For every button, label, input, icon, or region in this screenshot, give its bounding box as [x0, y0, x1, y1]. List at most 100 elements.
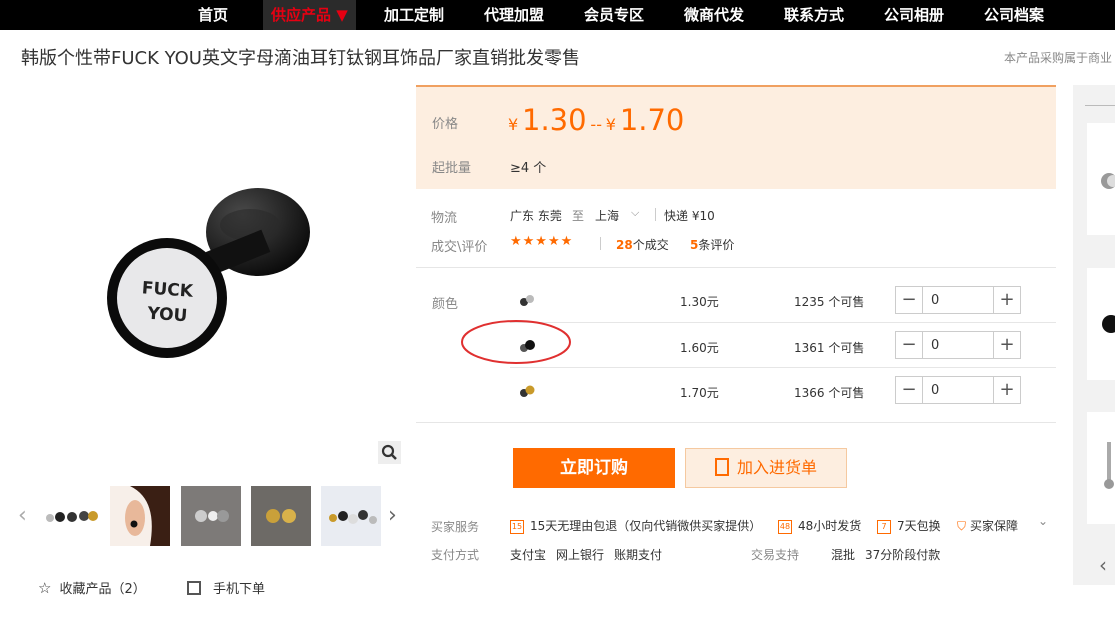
service-return[interactable]: 15 15天无理由包退（仅向代销微供买家提供） — [510, 517, 761, 534]
quantity-input[interactable]: 0 — [931, 383, 939, 398]
sku-price: 1.30元 — [680, 295, 719, 309]
deals-label: 成交\评价 — [431, 240, 488, 255]
rail-product-image — [1102, 315, 1115, 333]
rail-product-image — [1101, 173, 1115, 189]
divider — [510, 367, 1056, 368]
trade-mixed: 混批 — [831, 548, 856, 562]
sku-price: 1.70元 — [680, 386, 719, 400]
shield-icon: ⛉ — [957, 519, 967, 533]
nav-album[interactable]: 公司相册 — [884, 0, 944, 30]
main-product-image[interactable]: FUCK YOU — [90, 170, 330, 370]
nav-products[interactable]: 供应产品 ▼ — [263, 0, 356, 30]
deal-count-link[interactable]: 28个成交 — [616, 236, 669, 253]
clipboard-icon — [714, 458, 729, 476]
nav-members[interactable]: 会员专区 — [584, 0, 644, 30]
plus-button[interactable]: + — [993, 332, 1020, 358]
sku-thumb-silver[interactable] — [518, 291, 536, 309]
review-count-link[interactable]: 5条评价 — [690, 236, 734, 253]
divider — [416, 422, 1056, 423]
service-48h[interactable]: 48 48小时发货 — [778, 517, 861, 534]
chevron-down-icon[interactable]: ⌵ — [631, 206, 639, 220]
thumbnail-3[interactable] — [181, 486, 241, 546]
expand-chevron-icon[interactable]: ⌄ — [1038, 514, 1048, 528]
thumbnail-2[interactable] — [110, 486, 170, 546]
price-range: ¥ 1.30 -- ¥ 1.70 — [508, 103, 685, 137]
nav-agency[interactable]: 代理加盟 — [484, 0, 544, 30]
plus-button[interactable]: + — [993, 377, 1020, 403]
thumbnail-4[interactable] — [251, 486, 311, 546]
price-high: 1.70 — [619, 103, 685, 137]
magnifier-icon — [381, 444, 397, 460]
top-nav: 首页 供应产品 ▼ 加工定制 代理加盟 会员专区 微商代发 联系方式 公司相册 … — [0, 0, 1115, 30]
favorite-label: 收藏产品（2） — [59, 582, 146, 597]
trade-support-label: 交易支持 — [751, 548, 800, 562]
logistics-to[interactable]: 上海 — [595, 207, 619, 224]
nav-contact[interactable]: 联系方式 — [784, 0, 844, 30]
favorite-product[interactable]: ☆ 收藏产品（2） — [38, 578, 146, 597]
payment-bank: 网上银行 — [556, 548, 605, 562]
trade-staged: 37分阶段付款 — [865, 548, 941, 562]
calendar-icon: 7 — [877, 519, 891, 534]
annotation-circle — [461, 320, 571, 364]
logistics-from: 广东 东莞 — [510, 209, 562, 223]
nav-home[interactable]: 首页 — [198, 0, 228, 30]
payment-alipay: 支付宝 — [510, 548, 547, 562]
rail-divider — [1085, 105, 1115, 106]
services-label: 买家服务 — [431, 520, 480, 534]
buy-now-button[interactable]: 立即订购 — [513, 448, 675, 488]
moq-label: 起批量 — [432, 161, 472, 176]
shipping-fee: 快递 ¥10 — [664, 209, 715, 223]
sku-price: 1.60元 — [680, 341, 719, 355]
add-to-cart-label: 加入进货单 — [736, 458, 817, 477]
payment-credit: 账期支付 — [614, 548, 663, 562]
logistics-to-word: 至 — [572, 209, 585, 223]
color-label: 颜色 — [432, 297, 459, 312]
earring-text-1: FUCK — [141, 278, 194, 302]
rail-prev-arrow[interactable]: ‹ — [1099, 553, 1107, 577]
logistics-label: 物流 — [431, 211, 458, 226]
mobile-order-label: 手机下单 — [213, 582, 266, 597]
quantity-stepper: − 0 + — [895, 376, 1021, 404]
rating-stars: ★★★★★ — [510, 234, 574, 249]
thumb-next-arrow[interactable]: › — [388, 503, 397, 528]
product-title: 韩版个性带FUCK YOU英文字母滴油耳钉钛钢耳饰品厂家直销批发零售 — [21, 48, 580, 69]
divider — [510, 322, 1056, 323]
minus-button[interactable]: − — [896, 377, 923, 403]
divider — [655, 208, 656, 221]
rail-product-2[interactable] — [1087, 268, 1115, 380]
purchase-note: 本产品采购属于商业 — [1004, 51, 1113, 65]
rail-product-3[interactable] — [1087, 412, 1115, 524]
moq-value: ≥4 个 — [510, 161, 547, 176]
earring-text-2: YOU — [146, 304, 188, 327]
clock-icon: 48 — [778, 519, 792, 534]
minus-button[interactable]: − — [896, 332, 923, 358]
sku-stock: 1361 个可售 — [794, 341, 865, 355]
sku-stock: 1235 个可售 — [794, 295, 865, 309]
service-guarantee[interactable]: ⛉ 买家保障 — [957, 517, 1018, 534]
return-icon: 15 — [510, 519, 524, 534]
quantity-input[interactable]: 0 — [931, 338, 939, 353]
plus-button[interactable]: + — [993, 287, 1020, 313]
quantity-input[interactable]: 0 — [931, 293, 939, 308]
qr-code-icon — [187, 581, 201, 595]
divider — [416, 267, 1056, 268]
price-label: 价格 — [432, 117, 459, 132]
zoom-button[interactable] — [378, 441, 401, 464]
service-exchange[interactable]: 7 7天包换 — [877, 517, 941, 534]
sku-thumb-gold[interactable] — [518, 382, 536, 400]
payment-label: 支付方式 — [431, 548, 480, 562]
thumbnail-5[interactable] — [321, 486, 381, 546]
add-to-cart-button[interactable]: 加入进货单 — [685, 448, 847, 488]
rail-product-1[interactable] — [1087, 123, 1115, 235]
thumb-prev-arrow[interactable]: ‹ — [18, 503, 27, 528]
star-outline-icon: ☆ — [38, 579, 52, 597]
thumbnail-1[interactable] — [40, 486, 100, 546]
divider — [600, 237, 601, 250]
recommend-rail: ‹ — [1073, 85, 1115, 585]
nav-dropship[interactable]: 微商代发 — [684, 0, 744, 30]
quantity-stepper: − 0 + — [895, 286, 1021, 314]
mobile-order[interactable]: 手机下单 — [187, 578, 265, 597]
minus-button[interactable]: − — [896, 287, 923, 313]
nav-custom[interactable]: 加工定制 — [384, 0, 444, 30]
nav-profile[interactable]: 公司档案 — [984, 0, 1044, 30]
